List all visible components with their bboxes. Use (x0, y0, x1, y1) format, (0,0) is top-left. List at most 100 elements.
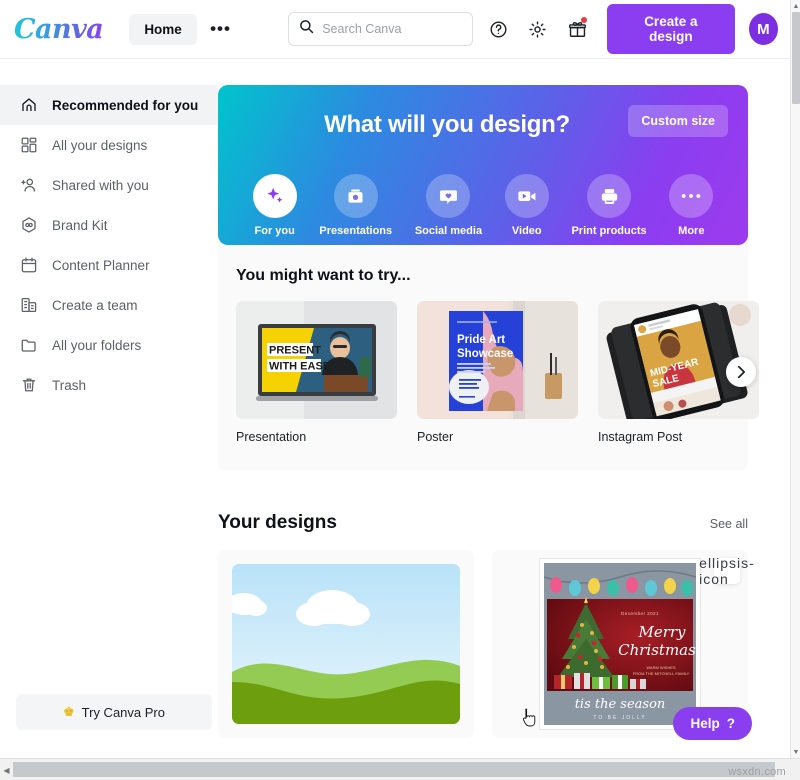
svg-text:Pride Art: Pride Art (457, 334, 505, 346)
svg-text:TO BE JOLLY: TO BE JOLLY (593, 715, 646, 721)
svg-text:tis the season: tis the season (575, 697, 666, 712)
carousel-next-button[interactable] (726, 357, 756, 387)
printer-icon (587, 174, 632, 218)
presentation-icon (333, 174, 378, 218)
help-circle-icon[interactable] (485, 14, 512, 44)
horizontal-scrollbar[interactable]: ◀ (0, 758, 800, 780)
vertical-scrollbar-thumb[interactable] (792, 12, 800, 104)
sidebar-item-label: Trash (52, 377, 87, 393)
category-label: Video (511, 225, 542, 237)
sidebar-item-brand-kit[interactable]: Brand Kit (0, 205, 218, 245)
design-card-list: December 2021 Merry Christmas! WARM WISH… (218, 550, 754, 738)
template-card-poster[interactable]: Pride Art Showcase Poster (417, 301, 578, 444)
section-title: Your designs (218, 512, 337, 533)
template-thumbnail: Pride Art Showcase (417, 301, 578, 419)
category-more[interactable]: More (669, 174, 714, 237)
svg-text:WARM WISHES: WARM WISHES (646, 665, 676, 670)
heart-speech-bubble-icon (426, 174, 471, 218)
sidebar-item-content-planner[interactable]: Content Planner (0, 245, 218, 285)
category-label: Print products (571, 225, 647, 237)
gift-icon[interactable] (564, 14, 591, 44)
search-bar[interactable] (288, 12, 473, 46)
canva-home-page: Canva Home ••• Search Canva Create a des… (0, 0, 800, 780)
section-title: You might want to try... (236, 267, 411, 284)
home-button[interactable]: Home (129, 13, 197, 45)
xmas-date: December 2021 (621, 611, 659, 616)
try-canva-pro-label: Try Canva Pro (81, 704, 165, 720)
brand-hexagon-icon (20, 216, 38, 234)
category-label: For you (254, 225, 295, 237)
category-for-you[interactable]: For you (252, 174, 297, 237)
scroll-left-arrow[interactable]: ◀ (0, 759, 13, 780)
sidebar-item-label: All your folders (52, 337, 142, 353)
template-card-presentation[interactable]: PRESENT WITH EASE Presentation (236, 301, 397, 444)
hero-banner: What will you design? Custom size For yo… (218, 85, 748, 245)
sidebar-item-trash[interactable]: Trash (0, 365, 218, 405)
design-card-landscape[interactable] (218, 550, 474, 738)
folder-icon (20, 336, 38, 354)
calendar-icon (20, 256, 38, 274)
horizontal-scrollbar-thumb[interactable] (13, 762, 775, 777)
vertical-scrollbar[interactable]: ▲ ▼ (790, 0, 800, 758)
category-label: More (678, 225, 705, 237)
watermark: wsxdn.com (728, 766, 786, 778)
template-card-list: PRESENT WITH EASE Presentation Pride Art… (236, 301, 759, 444)
category-print-products[interactable]: Print products (571, 174, 647, 237)
create-a-design-button[interactable]: Create a design (606, 4, 735, 54)
sidebar-item-label: Shared with you (52, 177, 149, 193)
scroll-up-arrow[interactable]: ▲ (791, 0, 800, 12)
more-menu-icon[interactable]: ••• (207, 14, 234, 44)
svg-text:Merry: Merry (637, 623, 686, 641)
sidebar-item-label: Brand Kit (52, 217, 108, 233)
sidebar-item-label: Content Planner (52, 257, 150, 273)
help-button[interactable]: Help ? (673, 707, 752, 740)
sidebar-item-shared-with-you[interactable]: Shared with you (0, 165, 218, 205)
help-label: Help (690, 716, 720, 731)
sidebar-item-create-a-team[interactable]: Create a team (0, 285, 218, 325)
user-avatar[interactable]: M (748, 13, 778, 45)
canva-logo[interactable]: Canva (14, 14, 107, 45)
your-designs-header: Your designs See all (218, 512, 748, 534)
category-video[interactable]: Video (504, 174, 549, 237)
sidebar-item-recommended-for-you[interactable]: Recommended for you (0, 85, 218, 125)
scroll-down-arrow[interactable]: ▼ (791, 746, 800, 758)
svg-text:Showcase: Showcase (457, 348, 513, 360)
sidebar-item-all-your-folders[interactable]: All your folders (0, 325, 218, 365)
gear-icon[interactable] (524, 14, 551, 44)
main-content: What will you design? Custom size For yo… (218, 59, 790, 754)
svg-text:FROM THE MITCHELL FAMILY: FROM THE MITCHELL FAMILY (633, 671, 690, 676)
see-all-link[interactable]: See all (710, 517, 748, 531)
crown-icon: ♚ (63, 704, 75, 719)
your-designs-section: Your designs See all December 2021 Merry… (218, 512, 754, 738)
sidebar-item-label: Create a team (52, 297, 138, 313)
template-card-label: Poster (417, 430, 454, 444)
sidebar-item-all-your-designs[interactable]: All your designs (0, 125, 218, 165)
question-mark-icon: ? (726, 716, 735, 731)
svg-text:WITH EASE: WITH EASE (269, 361, 330, 373)
search-icon (299, 19, 314, 39)
sparkle-icon (252, 174, 297, 218)
top-navigation-bar: Canva Home ••• Search Canva Create a des… (0, 0, 790, 59)
sidebar-item-label: All your designs (52, 137, 148, 153)
trash-icon (20, 376, 38, 394)
sidebar: Recommended for you All your designs Sha… (0, 59, 218, 754)
design-card-more-button[interactable]: ellipsis-icon (699, 555, 754, 587)
category-label: Presentations (319, 225, 393, 237)
design-thumbnail (232, 564, 460, 724)
category-social-media[interactable]: Social media (415, 174, 482, 237)
category-presentations[interactable]: Presentations (319, 174, 392, 237)
try-canva-pro-button[interactable]: ♚ Try Canva Pro (16, 694, 212, 730)
add-person-icon (20, 176, 38, 194)
grid-icon (20, 136, 38, 154)
category-label: Social media (414, 225, 483, 237)
sidebar-item-label: Recommended for you (52, 97, 199, 113)
building-icon (20, 296, 38, 314)
svg-text:PRESENT: PRESENT (269, 345, 321, 357)
search-input[interactable] (322, 22, 462, 36)
custom-size-button[interactable]: Custom size (628, 105, 728, 137)
svg-text:Christmas!: Christmas! (618, 641, 696, 659)
template-card-label: Instagram Post (598, 430, 683, 444)
design-category-row: For you Presentations Social media Video… (218, 174, 748, 237)
ellipsis-icon (669, 174, 714, 218)
template-card-label: Presentation (236, 430, 307, 444)
